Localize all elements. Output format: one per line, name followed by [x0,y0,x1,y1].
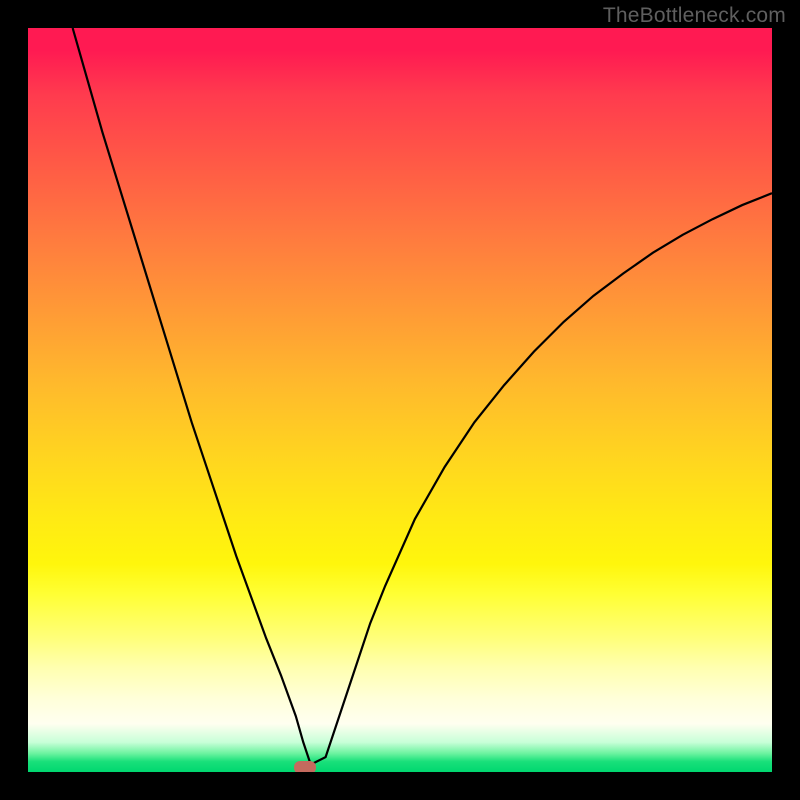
curve-layer [28,28,772,772]
bottleneck-curve [73,28,772,765]
chart-frame: TheBottleneck.com [0,0,800,800]
watermark-text: TheBottleneck.com [603,4,786,28]
plot-area [28,28,772,772]
optimal-marker [294,761,316,772]
